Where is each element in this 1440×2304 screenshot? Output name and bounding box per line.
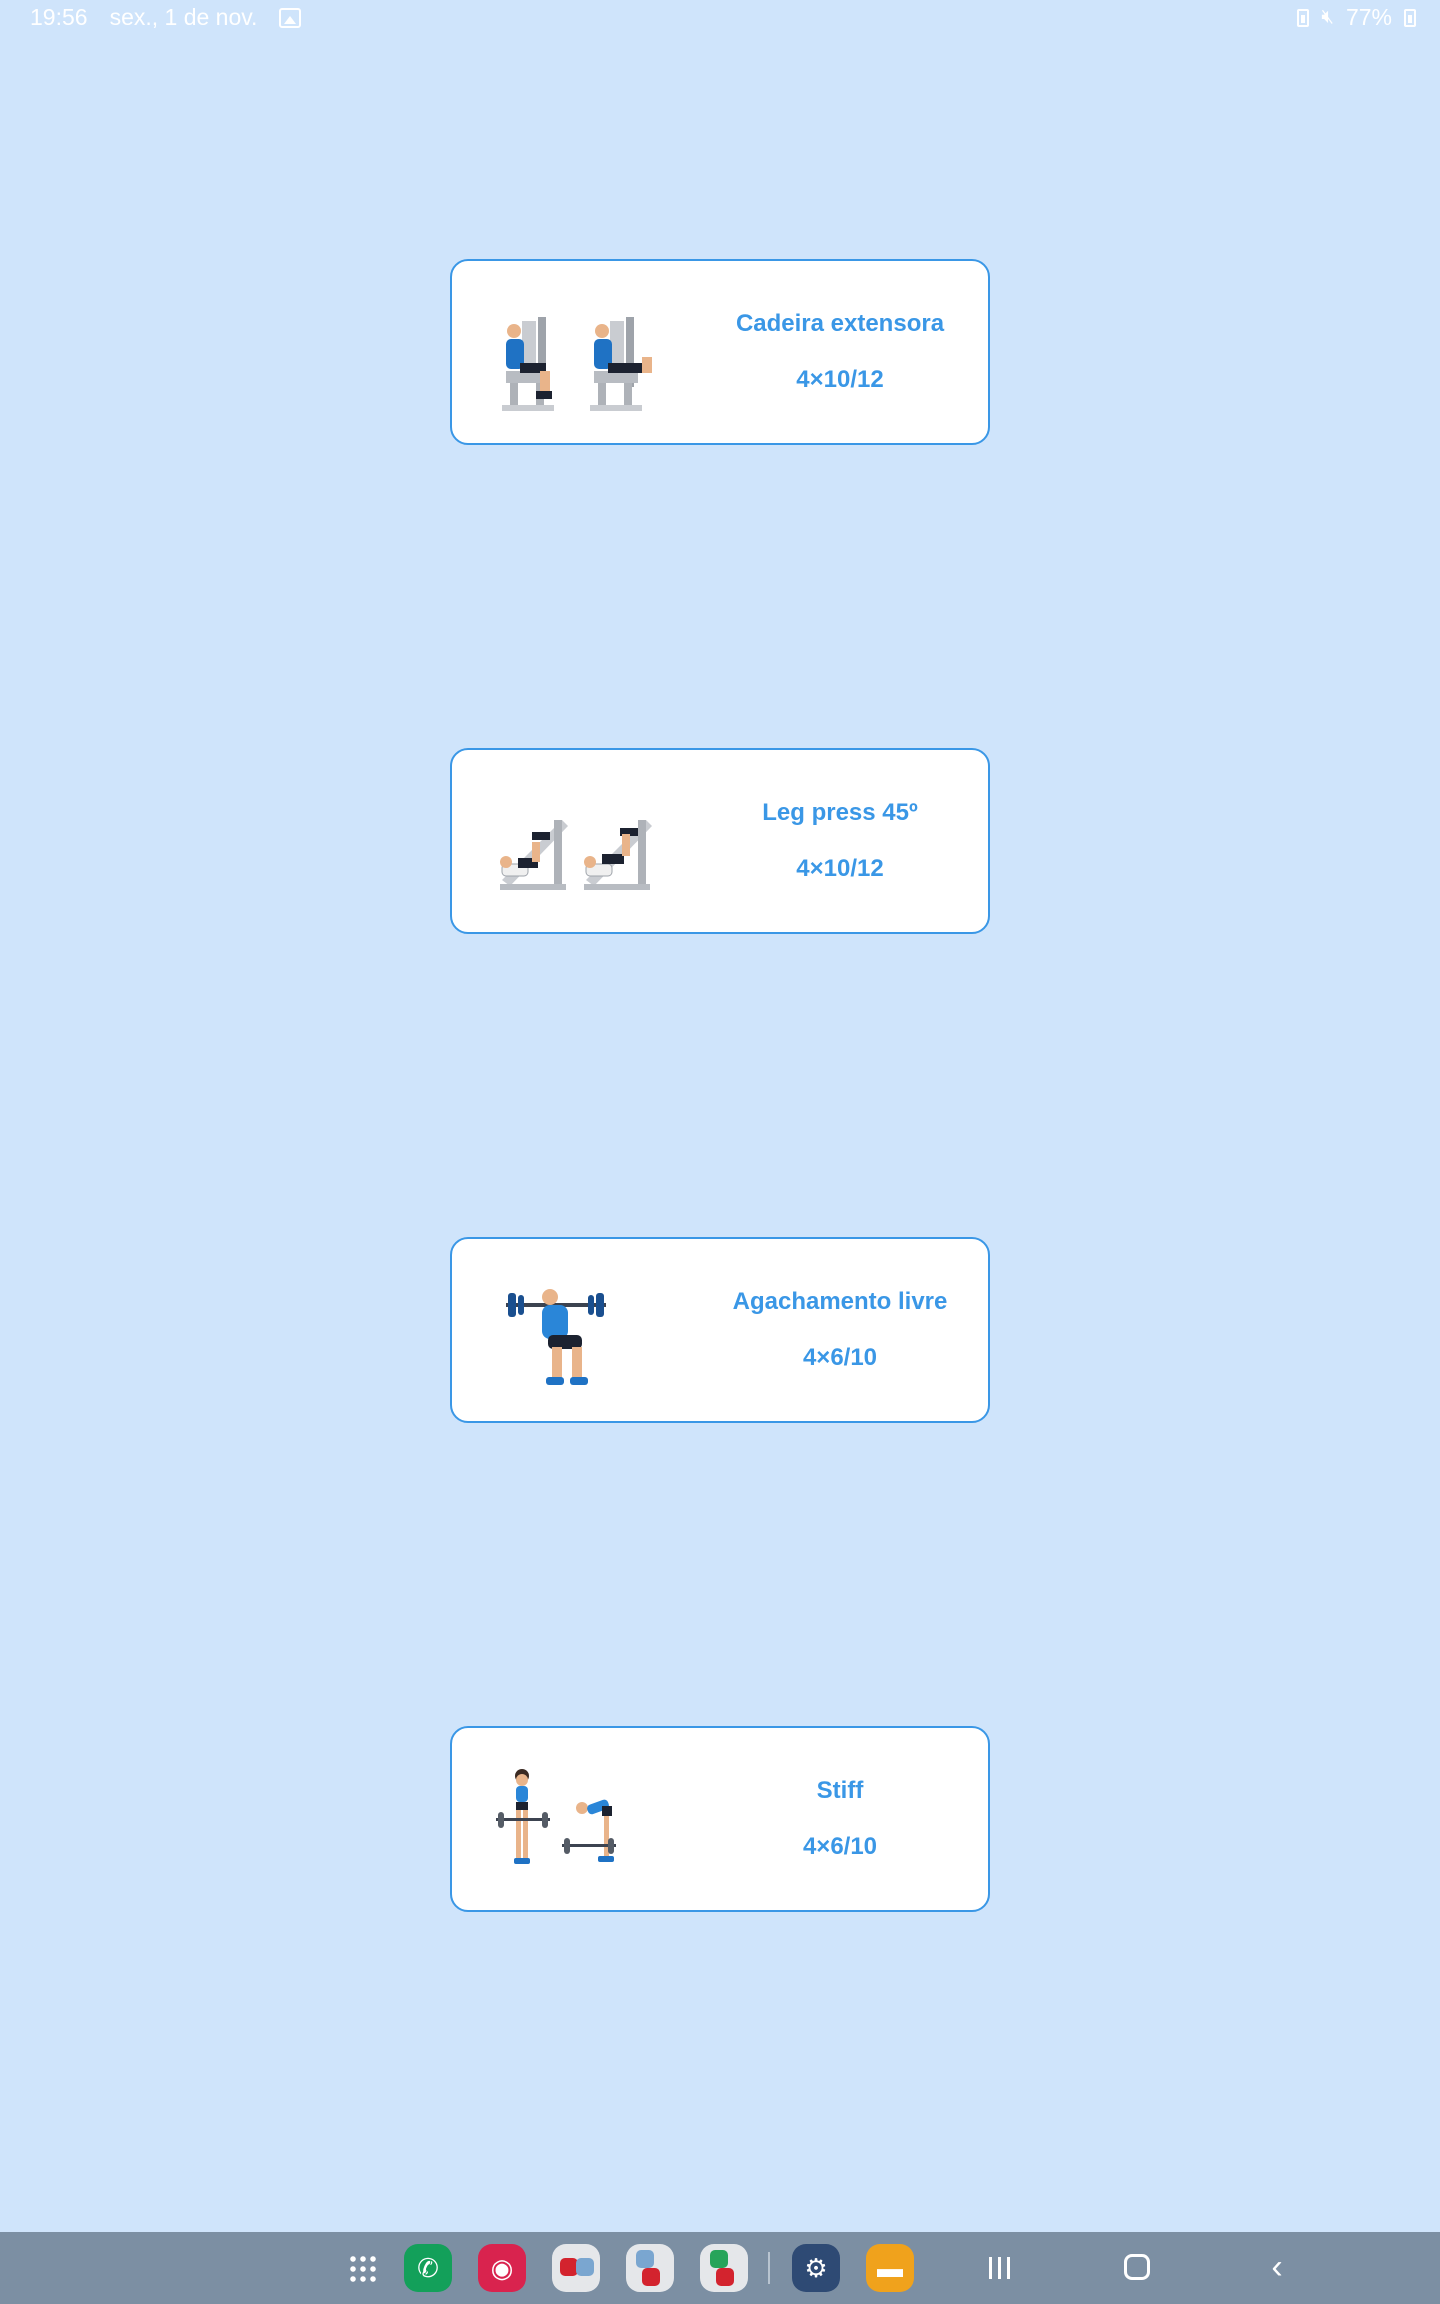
back-icon[interactable]: ‹ — [1262, 2250, 1292, 2284]
exercise-title: Stiff — [816, 1777, 864, 1804]
exercise-sets: 4×6/10 — [802, 1833, 878, 1860]
exercise-title: Agachamento livre — [732, 1288, 948, 1315]
battery-percent: 77% — [1345, 4, 1392, 30]
exercise-sets: 4×10/12 — [796, 855, 884, 882]
gallery-icon — [279, 7, 302, 28]
exercise-card-stiff[interactable]: Stiff 4×6/10 — [450, 1726, 990, 1912]
exercise-info: Agachamento livre 4×6/10 — [712, 1239, 968, 1421]
exercise-sets: 4×6/10 — [802, 1344, 878, 1371]
multi-window-icon[interactable] — [552, 2244, 600, 2292]
exercise-card-cadeira-extensora[interactable]: Cadeira extensora 4×10/12 — [450, 259, 990, 445]
files-app-icon[interactable]: ▬ — [866, 2244, 914, 2292]
barbell-squat-illustration — [506, 1289, 606, 1385]
status-time: 19:56 — [30, 4, 88, 30]
multi-window-icon[interactable] — [626, 2244, 674, 2292]
exercise-title: Leg press 45º — [762, 799, 918, 826]
battery-icon — [1404, 8, 1416, 27]
exercise-info: Leg press 45º 4×10/12 — [712, 750, 968, 932]
exercise-card-leg-press[interactable]: Leg press 45º 4×10/12 — [450, 748, 990, 934]
leg-press-machine-illustration — [500, 820, 652, 890]
settings-app-icon[interactable]: ⚙ — [792, 2244, 840, 2292]
exercise-title: Cadeira extensora — [735, 310, 945, 337]
status-right: 🔇︎ 77% — [1297, 4, 1416, 31]
leg-extension-machine-illustration — [502, 317, 652, 411]
exercise-info: Cadeira extensora 4×10/12 — [712, 261, 968, 443]
status-date: sex., 1 de nov. — [109, 4, 258, 30]
status-bar: 19:56 sex., 1 de nov. 🔇︎ 77% — [0, 0, 1440, 36]
exercise-sets: 4×10/12 — [796, 366, 884, 393]
battery-saver-icon — [1297, 8, 1310, 27]
phone-app-icon[interactable]: ✆ — [404, 2244, 452, 2292]
status-left: 19:56 sex., 1 de nov. — [30, 4, 302, 31]
exercise-info: Stiff 4×6/10 — [712, 1728, 968, 1910]
mute-icon: 🔇︎ — [1321, 6, 1334, 28]
exercise-card-agachamento-livre[interactable]: Agachamento livre 4×6/10 — [450, 1237, 990, 1423]
camera-app-icon[interactable]: ◉ — [478, 2244, 526, 2292]
navigation-bar: ✆ ◉ ⚙ ▬ ‹ — [0, 2232, 1440, 2304]
app-drawer-icon[interactable] — [340, 2244, 388, 2292]
home-icon[interactable] — [1124, 2254, 1150, 2280]
nav-divider — [768, 2252, 770, 2284]
recents-icon[interactable] — [986, 2252, 1016, 2284]
stiff-deadlift-illustration — [496, 1769, 616, 1864]
multi-window-icon[interactable] — [700, 2244, 748, 2292]
